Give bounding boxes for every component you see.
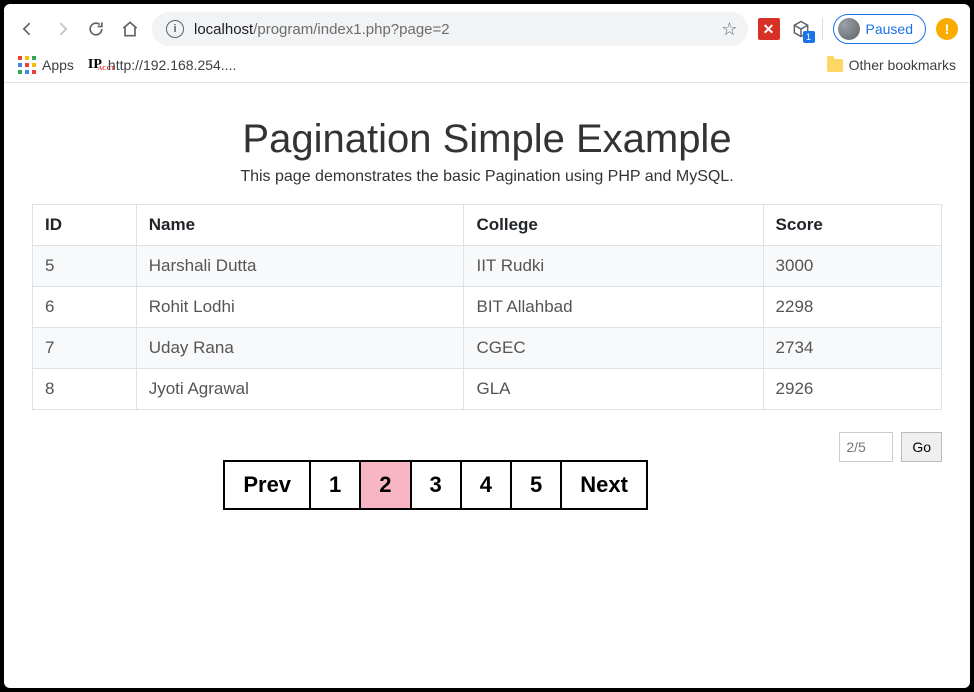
page-subtitle: This page demonstrates the basic Paginat… bbox=[32, 168, 942, 186]
folder-icon bbox=[827, 59, 843, 72]
other-bookmarks-label: Other bookmarks bbox=[849, 57, 956, 73]
cell-id: 6 bbox=[33, 287, 137, 328]
pagination-page[interactable]: 1 bbox=[309, 460, 361, 510]
pagination-wrap: Prev 1 2 3 4 5 Next bbox=[32, 460, 839, 510]
cell-college: GLA bbox=[464, 369, 763, 410]
cell-college: IIT Rudki bbox=[464, 246, 763, 287]
goto-controls: Go bbox=[839, 432, 942, 462]
cell-college: CGEC bbox=[464, 328, 763, 369]
apps-label: Apps bbox=[42, 57, 74, 73]
goto-input[interactable] bbox=[839, 432, 893, 462]
reload-button[interactable] bbox=[84, 17, 108, 41]
reload-icon bbox=[86, 19, 106, 39]
url-host: localhost bbox=[194, 21, 253, 38]
table-row: 5 Harshali Dutta IIT Rudki 3000 bbox=[33, 246, 942, 287]
table-body: 5 Harshali Dutta IIT Rudki 3000 6 Rohit … bbox=[33, 246, 942, 410]
home-button[interactable] bbox=[118, 17, 142, 41]
bookmark-label: http://192.168.254.... bbox=[108, 57, 236, 73]
shield-x-icon: ✕ bbox=[758, 18, 780, 40]
cell-name: Rohit Lodhi bbox=[136, 287, 464, 328]
extension-adblock[interactable]: ✕ bbox=[758, 18, 780, 40]
col-score: Score bbox=[763, 205, 941, 246]
pagination-page[interactable]: 4 bbox=[460, 460, 512, 510]
bookmark-item[interactable]: IP http://192.168.254.... bbox=[88, 57, 236, 73]
pagination-prev[interactable]: Prev bbox=[223, 460, 311, 510]
ip-favicon-icon: IP bbox=[88, 57, 102, 73]
extension-badge: 1 bbox=[803, 31, 815, 43]
profile-button[interactable]: Paused bbox=[833, 14, 926, 44]
cell-name: Jyoti Agrawal bbox=[136, 369, 464, 410]
cell-id: 8 bbox=[33, 369, 137, 410]
col-name: Name bbox=[136, 205, 464, 246]
data-table: ID Name College Score 5 Harshali Dutta I… bbox=[32, 204, 942, 410]
browser-alert-icon[interactable]: ! bbox=[936, 18, 958, 40]
extension-generic[interactable]: 1 bbox=[790, 18, 812, 40]
browser-toolbar: i localhost/program/index1.php?page=2 ☆ … bbox=[4, 4, 970, 52]
table-row: 6 Rohit Lodhi BIT Allahbad 2298 bbox=[33, 287, 942, 328]
bookmark-star-icon[interactable]: ☆ bbox=[721, 19, 737, 40]
cell-college: BIT Allahbad bbox=[464, 287, 763, 328]
pagination: Prev 1 2 3 4 5 Next bbox=[223, 460, 648, 510]
below-table-area: Prev 1 2 3 4 5 Next Go bbox=[32, 460, 942, 510]
apps-shortcut[interactable]: Apps bbox=[18, 56, 74, 74]
alert-glyph: ! bbox=[945, 21, 950, 37]
page-content: Pagination Simple Example This page demo… bbox=[4, 83, 970, 688]
home-icon bbox=[120, 19, 140, 39]
cell-score: 2734 bbox=[763, 328, 941, 369]
url-path: /program/index1.php?page=2 bbox=[253, 21, 449, 38]
pagination-page[interactable]: 5 bbox=[510, 460, 562, 510]
table-row: 7 Uday Rana CGEC 2734 bbox=[33, 328, 942, 369]
arrow-left-icon bbox=[18, 19, 38, 39]
pagination-page-active[interactable]: 2 bbox=[359, 460, 411, 510]
back-button[interactable] bbox=[16, 17, 40, 41]
avatar bbox=[838, 18, 860, 40]
table-row: 8 Jyoti Agrawal GLA 2926 bbox=[33, 369, 942, 410]
apps-grid-icon bbox=[18, 56, 36, 74]
arrow-right-icon bbox=[52, 19, 72, 39]
cell-name: Harshali Dutta bbox=[136, 246, 464, 287]
other-bookmarks[interactable]: Other bookmarks bbox=[827, 57, 956, 73]
toolbar-divider bbox=[822, 18, 823, 40]
goto-button[interactable]: Go bbox=[901, 432, 942, 462]
cell-name: Uday Rana bbox=[136, 328, 464, 369]
url-text: localhost/program/index1.php?page=2 bbox=[194, 21, 450, 38]
col-college: College bbox=[464, 205, 763, 246]
col-id: ID bbox=[33, 205, 137, 246]
cell-id: 5 bbox=[33, 246, 137, 287]
bookmarks-bar: Apps IP http://192.168.254.... Other boo… bbox=[4, 52, 970, 83]
site-info-icon[interactable]: i bbox=[166, 20, 184, 38]
cell-score: 2926 bbox=[763, 369, 941, 410]
address-bar[interactable]: i localhost/program/index1.php?page=2 ☆ bbox=[152, 12, 748, 46]
page-title: Pagination Simple Example bbox=[32, 117, 942, 162]
profile-label: Paused bbox=[866, 21, 913, 37]
forward-button[interactable] bbox=[50, 17, 74, 41]
cell-id: 7 bbox=[33, 328, 137, 369]
pagination-next[interactable]: Next bbox=[560, 460, 648, 510]
pagination-page[interactable]: 3 bbox=[410, 460, 462, 510]
browser-window: i localhost/program/index1.php?page=2 ☆ … bbox=[4, 4, 970, 688]
cell-score: 3000 bbox=[763, 246, 941, 287]
cell-score: 2298 bbox=[763, 287, 941, 328]
table-header-row: ID Name College Score bbox=[33, 205, 942, 246]
